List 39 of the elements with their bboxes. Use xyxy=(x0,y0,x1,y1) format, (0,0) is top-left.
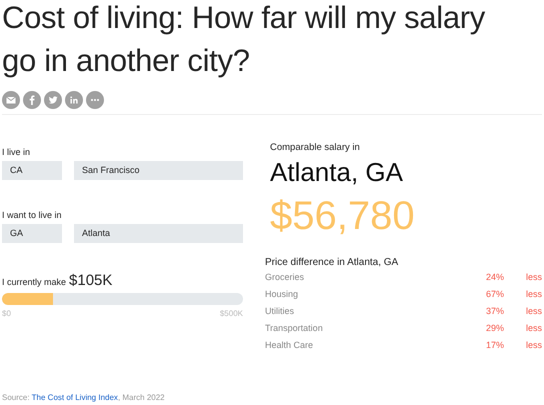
field-label: I live in xyxy=(2,147,32,157)
axis-min: $0 xyxy=(2,309,11,318)
percent-value: 29% xyxy=(486,322,506,332)
slider-track[interactable] xyxy=(2,293,243,305)
city-field[interactable]: San Francisco xyxy=(74,161,243,180)
more-icon[interactable] xyxy=(86,91,104,109)
direction-label: less xyxy=(526,340,540,350)
email-icon[interactable] xyxy=(2,91,20,109)
source-note: Source: The Cost of Living Index, March 2022 xyxy=(2,393,166,403)
percent-value: 67% xyxy=(486,288,506,298)
bird-icon[interactable] xyxy=(44,91,62,109)
city-field[interactable]: Atlanta xyxy=(74,224,243,243)
salary-value: $105K xyxy=(69,272,112,289)
axis-max: $500K xyxy=(220,309,243,318)
section-title: Price difference in Atlanta, GA xyxy=(265,257,400,268)
salary-label: I currently make xyxy=(2,277,66,287)
result-label: Comparable salary in xyxy=(270,142,361,153)
state-field[interactable]: GA xyxy=(2,224,62,243)
direction-label: less xyxy=(526,272,540,282)
page-title: Cost of living: How far will my salary go in another city? xyxy=(2,0,486,80)
category-label: Groceries xyxy=(265,272,306,282)
category-label: Transportation xyxy=(265,322,324,332)
percent-value: 17% xyxy=(486,340,506,350)
field-label: I want to live in xyxy=(2,210,63,220)
result-city: Atlanta, GA xyxy=(270,156,404,189)
direction-label: less xyxy=(526,288,540,298)
direction-label: less xyxy=(526,306,540,316)
percent-value: 24% xyxy=(486,272,506,282)
percent-value: 37% xyxy=(486,306,506,316)
result-amount: $56,780 xyxy=(270,193,416,240)
category-label: Housing xyxy=(265,288,300,298)
state-field[interactable]: CA xyxy=(2,161,62,180)
category-label: Utilities xyxy=(265,306,296,316)
category-label: Health Care xyxy=(265,340,314,350)
linkedin-icon[interactable] xyxy=(65,91,83,109)
slider-fill[interactable] xyxy=(2,293,53,305)
source-link[interactable]: The Cost of Living Index xyxy=(32,393,118,402)
facebook-icon[interactable] xyxy=(23,91,41,109)
direction-label: less xyxy=(526,322,540,332)
